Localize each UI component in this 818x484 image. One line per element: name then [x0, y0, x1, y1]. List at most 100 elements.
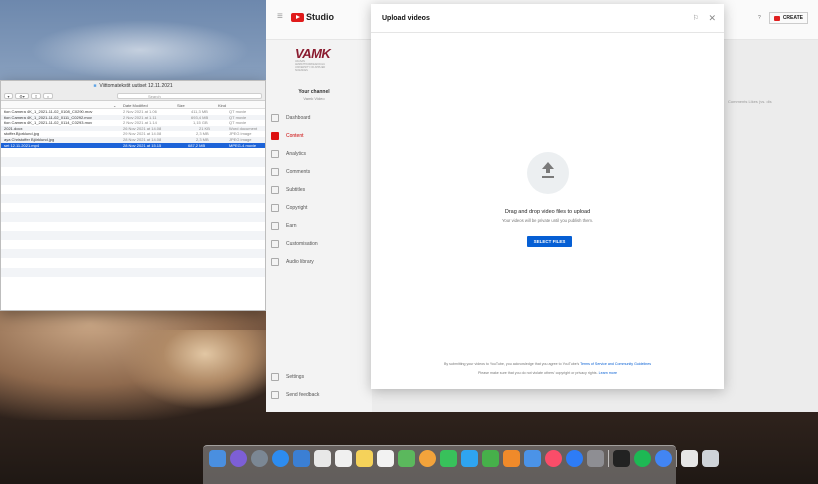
empty-row	[1, 222, 265, 231]
column-kind[interactable]: Kind	[218, 103, 226, 108]
empty-row	[1, 249, 265, 259]
terminal-icon[interactable]	[613, 450, 630, 467]
siri-icon[interactable]	[230, 450, 247, 467]
spotify-icon[interactable]	[634, 450, 651, 467]
select-files-button[interactable]: SELECT FILES	[527, 236, 572, 247]
create-button[interactable]: CREATE	[768, 12, 808, 24]
comments-icon	[271, 168, 279, 176]
column-date-modified[interactable]: Date Modified	[123, 103, 148, 108]
music-icon[interactable]	[545, 450, 562, 467]
numbers-icon[interactable]	[482, 450, 499, 467]
sidebar-item-label: Comments	[286, 169, 311, 175]
close-icon[interactable]: ✕	[708, 13, 716, 24]
sidebar-item-label: Copyright	[286, 205, 308, 211]
finder-title: Viittomatekstit uutiset 12.11.2021	[99, 83, 173, 89]
launchpad-icon[interactable]	[251, 450, 268, 467]
empty-row	[1, 240, 265, 249]
column-size[interactable]: Size	[177, 103, 185, 108]
tag-icon[interactable]: ○	[43, 93, 53, 99]
file-row-selected[interactable]: set 12.11.2021.mp4 28 Nov 2021 at 15.15 …	[1, 142, 265, 149]
analytics-icon	[271, 150, 279, 158]
earn-icon	[271, 222, 279, 230]
org-logo: VAMK	[295, 46, 331, 61]
messages-icon[interactable]	[461, 450, 478, 467]
topbar-actions: ? CREATE	[758, 12, 808, 24]
org-sub: VAASAN AMMATTIKORKEAKOULU UNIVERSITY OF …	[295, 60, 326, 72]
dashboard-icon	[271, 114, 279, 122]
channel-avatar[interactable]: VAMK VAASAN AMMATTIKORKEAKOULU UNIVERSIT…	[295, 46, 335, 72]
your-channel-label: Your channel	[298, 89, 330, 95]
calendar-icon[interactable]	[335, 450, 352, 467]
feedback-icon[interactable]: ⚐	[693, 14, 699, 22]
customisation-icon	[271, 240, 279, 248]
menu-icon[interactable]: ≡	[277, 11, 283, 22]
finder-titlebar[interactable]: ■ Viittomatekstit uutiset 12.11.2021	[1, 81, 265, 91]
empty-row	[1, 194, 265, 204]
gear-icon[interactable]: ⚙▾	[15, 93, 29, 99]
downloads-folder-icon[interactable]	[681, 450, 698, 467]
terms-text: By submitting your videos to YouTube, yo…	[443, 362, 580, 366]
file-kind: MPEG-4 movie	[229, 142, 257, 148]
dock-separator	[608, 450, 609, 467]
sidebar-item-label: Audio library	[286, 259, 314, 265]
copyright-icon	[271, 204, 279, 212]
chrome-icon[interactable]	[655, 450, 672, 467]
learn-more-link[interactable]: Learn more	[599, 371, 617, 375]
search-input[interactable]: Search	[117, 93, 262, 99]
sidebar-item-settings[interactable]: Settings	[271, 371, 371, 383]
dock	[203, 445, 719, 484]
sidebar-item-copyright[interactable]: Copyright	[271, 202, 371, 214]
keynote-icon[interactable]	[503, 450, 520, 467]
sidebar-item-send-feedback[interactable]: Send feedback	[271, 389, 371, 401]
maps-icon[interactable]	[398, 450, 415, 467]
contacts-icon[interactable]	[314, 450, 331, 467]
app-store-icon[interactable]	[566, 450, 583, 467]
empty-row	[1, 185, 265, 194]
sidebar-item-label: Dashboard	[286, 115, 311, 121]
sidebar-item-content[interactable]: Content	[271, 130, 371, 142]
trash-icon[interactable]	[702, 450, 719, 467]
background-columns: Comments Likes (vs. dis	[728, 99, 772, 104]
youtube-play-icon	[291, 12, 304, 22]
empty-row	[1, 157, 265, 167]
private-notice: Your videos will be private until you pu…	[501, 218, 594, 223]
sidebar-item-comments[interactable]: Comments	[271, 166, 371, 178]
terms-notice: By submitting your videos to YouTube, yo…	[371, 362, 724, 366]
dock-separator	[676, 450, 677, 467]
terms-link[interactable]: Terms of Service and Community Guideline…	[580, 362, 651, 366]
finder-window[interactable]: ■ Viittomatekstit uutiset 12.11.2021 ▾ ⚙▾…	[0, 80, 266, 311]
sidebar-item-customisation[interactable]: Customisation	[271, 238, 371, 250]
sort-chevron-icon[interactable]: ⌄	[113, 103, 116, 108]
column-header: ⌄ Date Modified Size Kind	[1, 101, 265, 109]
mail-icon[interactable]	[293, 450, 310, 467]
upload-dialog: Upload videos ⚐ ✕ Drag and drop video fi…	[371, 4, 724, 389]
sidebar-item-subtitles[interactable]: Subtitles	[271, 184, 371, 196]
upload-drop-target[interactable]	[527, 152, 569, 194]
finder-icon[interactable]	[209, 450, 226, 467]
safari-icon[interactable]	[272, 450, 289, 467]
empty-row	[1, 230, 265, 241]
sidebar-item-label: Analytics	[286, 151, 307, 157]
system-preferences-icon[interactable]	[587, 450, 604, 467]
studio-logo[interactable]: Studio	[291, 12, 334, 22]
dialog-title: Upload videos	[382, 15, 430, 22]
file-size: 687,2 MB	[188, 142, 206, 148]
file-date: 28 Nov 2021 at 15.15	[123, 142, 162, 148]
sidebar-item-dashboard[interactable]: Dashboard	[271, 112, 371, 124]
view-options-button[interactable]: ▾	[4, 93, 13, 99]
folder-icon: ■	[93, 83, 97, 89]
upload-icon-stem	[546, 168, 550, 173]
reminders-icon[interactable]	[377, 450, 394, 467]
channel-name: Vamk Video	[303, 96, 325, 101]
subtitles-icon	[271, 186, 279, 194]
share-icon[interactable]: ⇧	[31, 93, 41, 99]
photos-icon[interactable]	[419, 450, 436, 467]
sidebar-item-audio-library[interactable]: Audio library	[271, 256, 371, 268]
notes-icon[interactable]	[356, 450, 373, 467]
copyright-text: Please make sure that you do not violate…	[478, 371, 598, 375]
facetime-icon[interactable]	[440, 450, 457, 467]
sidebar-item-earn[interactable]: Earn	[271, 220, 371, 232]
sidebar-item-analytics[interactable]: Analytics	[271, 148, 371, 160]
pages-icon[interactable]	[524, 450, 541, 467]
help-icon[interactable]: ?	[758, 15, 761, 21]
